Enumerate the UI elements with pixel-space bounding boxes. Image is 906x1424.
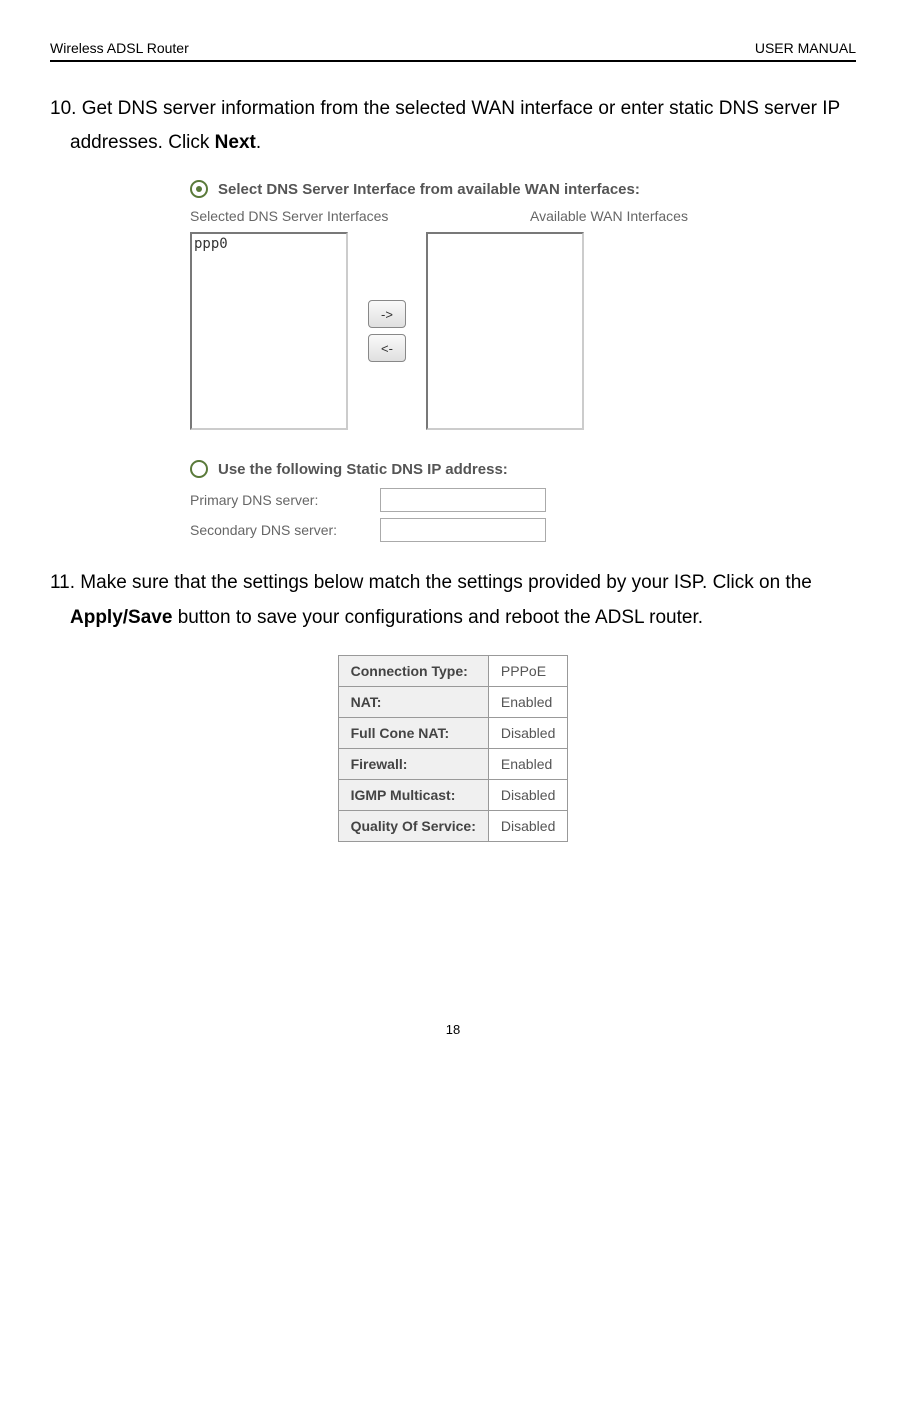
page-number: 18 bbox=[446, 1022, 460, 1037]
table-row: Quality Of Service:Disabled bbox=[338, 810, 568, 841]
setting-value: Disabled bbox=[488, 810, 567, 841]
primary-dns-input[interactable] bbox=[380, 488, 546, 512]
radio-2-label: Use the following Static DNS IP address: bbox=[218, 461, 508, 478]
radio-option-2[interactable]: Use the following Static DNS IP address: bbox=[190, 460, 856, 478]
setting-value: PPPoE bbox=[488, 655, 567, 686]
step-bold: Apply/Save bbox=[70, 607, 172, 628]
available-listbox[interactable] bbox=[426, 232, 584, 430]
step-11: 11. Make sure that the settings below ma… bbox=[70, 566, 856, 634]
header-divider bbox=[50, 60, 856, 62]
table-row: Full Cone NAT:Disabled bbox=[338, 717, 568, 748]
header-left: Wireless ADSL Router bbox=[50, 40, 189, 56]
primary-dns-label: Primary DNS server: bbox=[190, 492, 380, 508]
settings-table: Connection Type:PPPoENAT:EnabledFull Con… bbox=[338, 655, 569, 842]
page-footer: 18 bbox=[50, 1022, 856, 1037]
header-right: USER MANUAL bbox=[755, 40, 856, 56]
step-text: Make sure that the settings below match … bbox=[80, 572, 812, 593]
radio-option-1[interactable]: Select DNS Server Interface from availab… bbox=[190, 180, 856, 198]
setting-label: NAT: bbox=[338, 686, 488, 717]
primary-dns-row: Primary DNS server: bbox=[190, 488, 856, 512]
step-10: 10. Get DNS server information from the … bbox=[70, 92, 856, 160]
step-text: Get DNS server information from the sele… bbox=[70, 98, 840, 153]
table-row: NAT:Enabled bbox=[338, 686, 568, 717]
step-text-after: button to save your configurations and r… bbox=[172, 607, 703, 628]
step-number: 10. bbox=[50, 98, 76, 119]
column-labels: Selected DNS Server Interfaces Available… bbox=[190, 208, 856, 224]
setting-label: Full Cone NAT: bbox=[338, 717, 488, 748]
radio-selected-icon bbox=[190, 180, 208, 198]
arrow-buttons: -> <- bbox=[368, 300, 406, 362]
radio-1-label: Select DNS Server Interface from availab… bbox=[218, 181, 640, 198]
page-header: Wireless ADSL Router USER MANUAL bbox=[50, 40, 856, 56]
setting-value: Disabled bbox=[488, 779, 567, 810]
setting-value: Enabled bbox=[488, 748, 567, 779]
setting-label: Quality Of Service: bbox=[338, 810, 488, 841]
setting-label: Firewall: bbox=[338, 748, 488, 779]
setting-label: Connection Type: bbox=[338, 655, 488, 686]
table-row: IGMP Multicast:Disabled bbox=[338, 779, 568, 810]
available-interfaces-label: Available WAN Interfaces bbox=[530, 208, 688, 224]
setting-value: Enabled bbox=[488, 686, 567, 717]
selected-listbox[interactable]: ppp0 bbox=[190, 232, 348, 430]
secondary-dns-row: Secondary DNS server: bbox=[190, 518, 856, 542]
static-dns-section: Use the following Static DNS IP address:… bbox=[190, 460, 856, 542]
setting-value: Disabled bbox=[488, 717, 567, 748]
secondary-dns-label: Secondary DNS server: bbox=[190, 522, 380, 538]
secondary-dns-input[interactable] bbox=[380, 518, 546, 542]
table-row: Firewall:Enabled bbox=[338, 748, 568, 779]
radio-unselected-icon bbox=[190, 460, 208, 478]
move-right-button[interactable]: -> bbox=[368, 300, 406, 328]
selected-interfaces-label: Selected DNS Server Interfaces bbox=[190, 208, 530, 224]
step-text-after: . bbox=[256, 132, 261, 153]
step-number: 11. bbox=[50, 572, 75, 593]
setting-label: IGMP Multicast: bbox=[338, 779, 488, 810]
dns-screenshot: Select DNS Server Interface from availab… bbox=[190, 180, 856, 430]
list-item[interactable]: ppp0 bbox=[194, 236, 344, 252]
move-left-button[interactable]: <- bbox=[368, 334, 406, 362]
listboxes-row: ppp0 -> <- bbox=[190, 232, 856, 430]
step-bold: Next bbox=[215, 132, 256, 153]
table-row: Connection Type:PPPoE bbox=[338, 655, 568, 686]
